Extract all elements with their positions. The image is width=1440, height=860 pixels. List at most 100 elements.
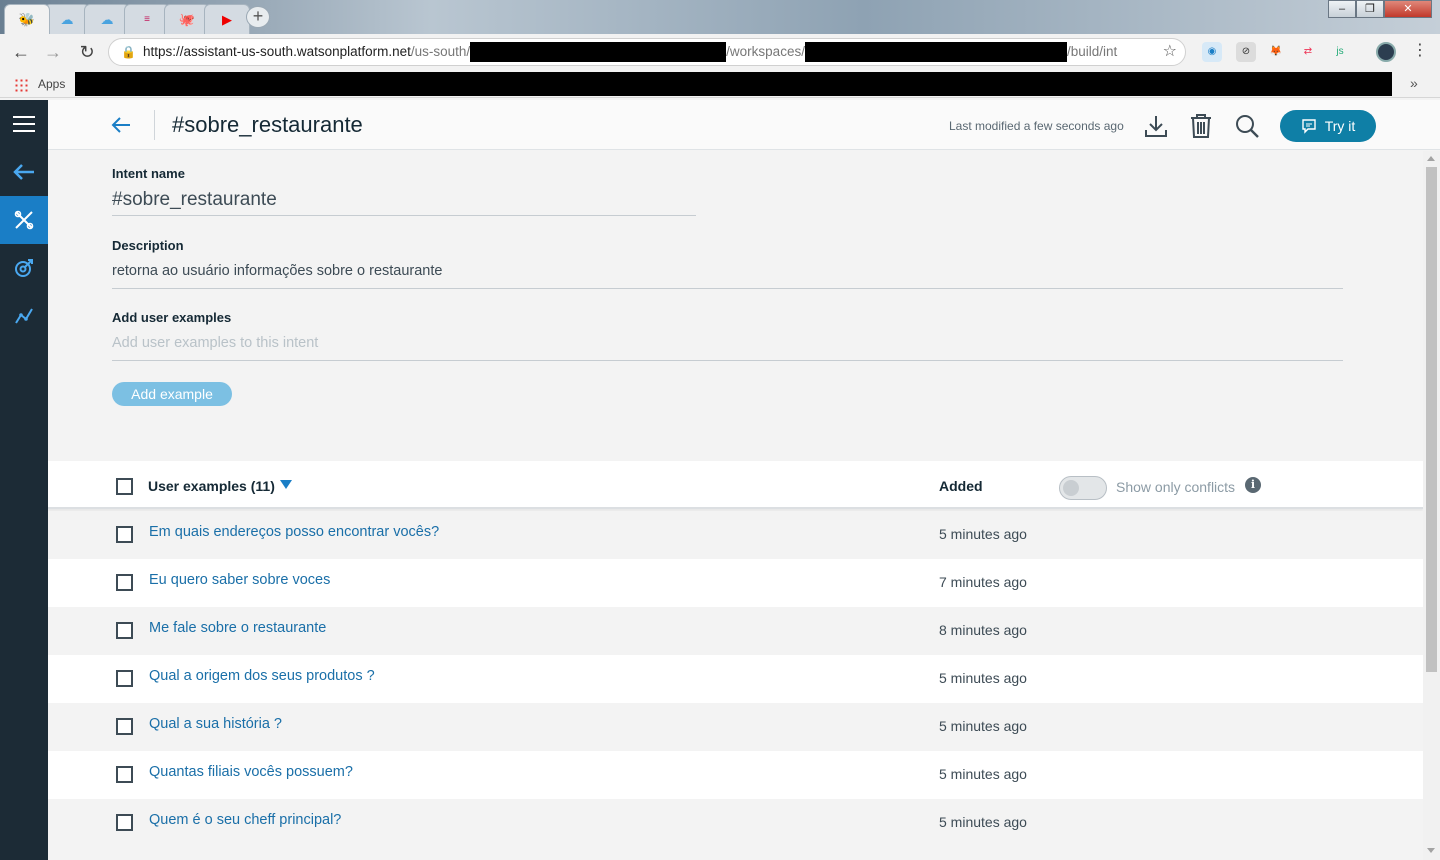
- profile-avatar[interactable]: [1376, 42, 1396, 62]
- lock-icon: 🔒: [121, 45, 136, 59]
- url-redaction: [470, 42, 727, 63]
- ibm-bee-icon: 🐝: [18, 11, 36, 27]
- cloud-icon: ☁: [60, 11, 74, 27]
- table-row[interactable]: Qual a origem dos seus produtos ? 5 minut…: [48, 655, 1423, 703]
- add-example-button[interactable]: Add example: [112, 382, 232, 406]
- example-text[interactable]: Em quais endereços posso encontrar vocês…: [149, 524, 439, 540]
- intent-name-label: Intent name: [112, 166, 185, 181]
- table-row[interactable]: Quem é o seu cheff principal? 5 minutes a…: [48, 799, 1423, 847]
- page-title: #sobre_restaurante: [172, 112, 363, 137]
- build-tools-icon[interactable]: [0, 196, 48, 244]
- browser-tab-youtube[interactable]: ▶: [204, 4, 250, 34]
- row-checkbox[interactable]: [116, 526, 133, 543]
- search-icon[interactable]: [1234, 113, 1260, 139]
- scroll-up-icon[interactable]: [1427, 156, 1435, 161]
- conflicts-toggle[interactable]: [1059, 476, 1107, 500]
- apps-grid-icon[interactable]: [14, 78, 28, 92]
- example-text[interactable]: Qual a origem dos seus produtos ?: [149, 668, 375, 684]
- add-example-underline: [112, 360, 1343, 361]
- row-checkbox[interactable]: [116, 622, 133, 639]
- add-examples-label: Add user examples: [112, 310, 232, 325]
- table-row[interactable]: Em quais endereços posso encontrar vocês…: [48, 511, 1423, 559]
- conflicts-toggle-label: Show only conflicts: [1116, 479, 1236, 495]
- browser-menu-icon[interactable]: ⋮: [1412, 40, 1428, 60]
- added-time: 5 minutes ago: [939, 670, 1027, 686]
- add-example-input[interactable]: Add user examples to this intent: [112, 335, 318, 351]
- row-checkbox[interactable]: [116, 718, 133, 735]
- row-checkbox[interactable]: [116, 814, 133, 831]
- added-column-header[interactable]: Added: [939, 478, 983, 494]
- extension-share-icon[interactable]: ⇄: [1298, 42, 1318, 62]
- table-row[interactable]: Quantas filiais vocês possuem? 5 minutes …: [48, 751, 1423, 799]
- added-time: 5 minutes ago: [939, 814, 1027, 830]
- more-bookmarks-icon[interactable]: »: [1410, 75, 1418, 91]
- back-arrow-icon[interactable]: [0, 148, 48, 196]
- scroll-down-icon[interactable]: [1427, 848, 1435, 853]
- menu-icon[interactable]: [0, 100, 48, 148]
- example-text[interactable]: Me fale sobre o restaurante: [149, 620, 326, 636]
- download-icon[interactable]: [1143, 113, 1169, 139]
- example-text[interactable]: Qual a sua história ?: [149, 716, 282, 732]
- row-checkbox[interactable]: [116, 574, 133, 591]
- minimize-button[interactable]: –: [1328, 0, 1356, 18]
- bookmarks-redaction: [75, 72, 1392, 96]
- added-time: 8 minutes ago: [939, 622, 1027, 638]
- browser-tab-watson[interactable]: 🐝: [4, 4, 50, 34]
- toggle-knob: [1063, 480, 1079, 496]
- intent-name-underline: [112, 215, 696, 216]
- address-bar[interactable]: 🔒 https://assistant-us-south.watsonplatf…: [108, 38, 1186, 66]
- table-row[interactable]: Eu quero saber sobre voces 7 minutes ago: [48, 559, 1423, 607]
- extension-off-icon[interactable]: ⊘: [1236, 42, 1256, 62]
- header-divider: [154, 110, 155, 140]
- new-tab-button[interactable]: +: [246, 6, 270, 28]
- browser-toolbar: ← → ↻ 🔒 https://assistant-us-south.watso…: [0, 34, 1440, 70]
- url-path-1: /us-south/: [410, 44, 471, 59]
- row-checkbox[interactable]: [116, 766, 133, 783]
- example-text[interactable]: Quantas filiais vocês possuem?: [149, 764, 353, 780]
- close-window-button[interactable]: ✕: [1384, 0, 1432, 18]
- added-time: 5 minutes ago: [939, 718, 1027, 734]
- description-input[interactable]: retorna ao usuário informações sobre o r…: [112, 263, 442, 279]
- table-row[interactable]: Qual a sua história ? 5 minutes ago: [48, 703, 1423, 751]
- intent-name-input[interactable]: #sobre_restaurante: [112, 189, 277, 211]
- examples-column-header[interactable]: User examples (11): [148, 478, 275, 494]
- select-all-checkbox[interactable]: [116, 478, 133, 495]
- description-label: Description: [112, 238, 184, 253]
- examples-table-header: User examples (11) Added Show only confl…: [48, 461, 1423, 509]
- back-icon[interactable]: [110, 114, 132, 136]
- example-text[interactable]: Eu quero saber sobre voces: [149, 572, 330, 588]
- last-modified-text: Last modified a few seconds ago: [949, 119, 1124, 133]
- table-row[interactable]: Me fale sobre o restaurante 8 minutes ago: [48, 607, 1423, 655]
- extension-js-icon[interactable]: js: [1330, 42, 1350, 62]
- github-icon: 🐙: [178, 11, 196, 27]
- reload-button[interactable]: ↻: [76, 41, 98, 63]
- url-path-2: /workspaces/: [726, 44, 805, 59]
- sort-caret-icon[interactable]: [280, 480, 292, 489]
- metamask-icon[interactable]: 🦊: [1266, 42, 1286, 62]
- bookmarks-bar: Apps »: [0, 70, 1440, 98]
- intent-editor: Intent name #sobre_restaurante Descripti…: [48, 151, 1423, 860]
- back-nav-button[interactable]: ←: [10, 41, 32, 63]
- cloud-icon: ☁: [100, 11, 114, 27]
- try-it-button[interactable]: Try it: [1280, 110, 1376, 142]
- row-checkbox[interactable]: [116, 670, 133, 687]
- info-icon[interactable]: i: [1245, 477, 1261, 493]
- maximize-button[interactable]: ❐: [1356, 0, 1384, 18]
- site-favicon-icon: ≡: [144, 14, 150, 25]
- extension-1-icon[interactable]: ◉: [1202, 42, 1222, 62]
- left-rail: [0, 100, 48, 860]
- added-time: 5 minutes ago: [939, 766, 1027, 782]
- apps-label[interactable]: Apps: [38, 77, 65, 91]
- added-time: 5 minutes ago: [939, 526, 1027, 542]
- scroll-thumb[interactable]: [1426, 167, 1437, 672]
- scrollbar[interactable]: [1423, 151, 1440, 860]
- chat-icon: [1302, 119, 1316, 134]
- analytics-icon[interactable]: [0, 292, 48, 340]
- improve-icon[interactable]: [0, 244, 48, 292]
- try-it-label: Try it: [1324, 118, 1356, 134]
- example-text[interactable]: Quem é o seu cheff principal?: [149, 812, 341, 828]
- description-underline: [112, 288, 1343, 289]
- forward-nav-button[interactable]: →: [42, 41, 64, 63]
- bookmark-star-icon[interactable]: ☆: [1163, 39, 1177, 65]
- trash-icon[interactable]: [1188, 113, 1214, 139]
